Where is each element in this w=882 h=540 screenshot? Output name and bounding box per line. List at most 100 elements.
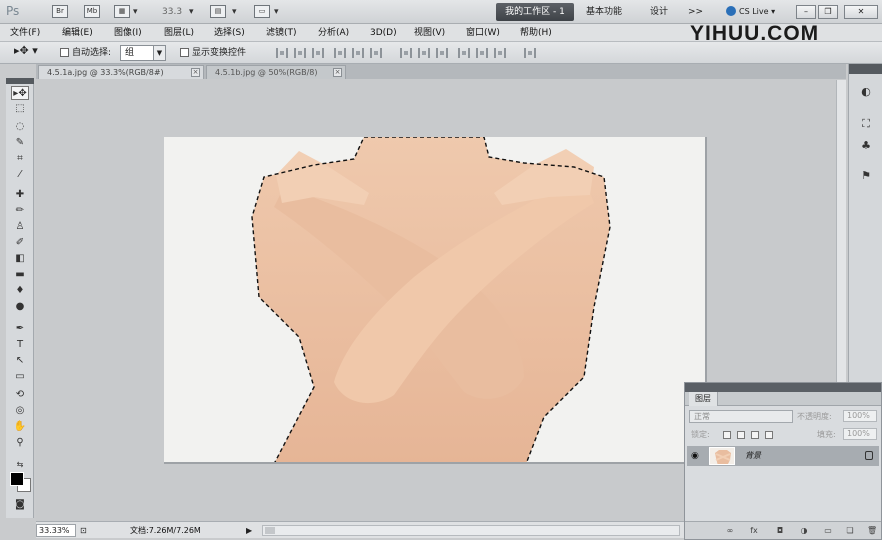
close-icon[interactable]: × bbox=[191, 68, 200, 77]
distribute-bottom-icon[interactable] bbox=[436, 48, 448, 58]
eyedropper-tool-icon[interactable]: ⁄ bbox=[11, 168, 29, 182]
workspace-design-button[interactable]: 设计 bbox=[650, 4, 668, 20]
close-icon[interactable]: × bbox=[333, 68, 342, 77]
distribute-vertical-center-icon[interactable] bbox=[418, 48, 430, 58]
clone-stamp-tool-icon[interactable]: ♙ bbox=[11, 220, 29, 234]
screen-mode-button[interactable]: ▭ bbox=[254, 5, 270, 18]
workspace-basic-button[interactable]: 基本功能 bbox=[586, 4, 622, 20]
layer-style-icon[interactable]: fx bbox=[749, 526, 759, 536]
status-info-icon[interactable]: ⊡ bbox=[80, 525, 90, 536]
doc-tab-1[interactable]: 4.5.1a.jpg @ 33.3%(RGB/8#) × bbox=[38, 65, 204, 79]
panel-grip[interactable] bbox=[849, 64, 882, 74]
layer-row[interactable]: ◉ 背景 bbox=[687, 446, 879, 466]
fill-field[interactable]: 100% bbox=[843, 428, 877, 440]
lock-image-icon[interactable] bbox=[737, 431, 745, 439]
distribute-left-icon[interactable] bbox=[458, 48, 470, 58]
move-tool-icon[interactable]: ▸✥ bbox=[11, 86, 29, 100]
panel-grip[interactable] bbox=[685, 383, 881, 392]
marquee-tool-icon[interactable]: ⬚ bbox=[11, 102, 29, 116]
link-layers-icon[interactable]: ∞ bbox=[725, 526, 735, 536]
align-left-icon[interactable] bbox=[334, 48, 346, 58]
delete-layer-icon[interactable]: 🗑 bbox=[867, 526, 877, 536]
transform-panel-icon[interactable]: ⛶ bbox=[857, 116, 875, 132]
menu-layer[interactable]: 图层(L) bbox=[164, 26, 194, 40]
auto-select-dropdown[interactable]: 组 ▼ bbox=[120, 45, 166, 61]
eye-icon[interactable]: ◉ bbox=[691, 451, 701, 461]
3d-panel-icon[interactable]: ♣ bbox=[857, 138, 875, 154]
lock-transparency-icon[interactable] bbox=[723, 431, 731, 439]
adjustment-layer-icon[interactable]: ◑ bbox=[799, 526, 809, 536]
quick-mask-icon[interactable]: ◙ bbox=[11, 498, 29, 512]
3d-orbit-tool-icon[interactable]: ◎ bbox=[11, 404, 29, 418]
lock-position-icon[interactable] bbox=[751, 431, 759, 439]
status-zoom-field[interactable]: 33.33% bbox=[36, 524, 76, 537]
menu-window[interactable]: 窗口(W) bbox=[466, 26, 500, 40]
horizontal-scrollbar[interactable] bbox=[262, 525, 680, 536]
navigator-panel-icon[interactable]: ◐ bbox=[857, 84, 875, 100]
more-workspaces-button[interactable]: >> bbox=[688, 4, 703, 20]
move-tool-preset-icon[interactable]: ▸✥ ▾ bbox=[14, 44, 38, 58]
tab-layers[interactable]: 图层 bbox=[689, 392, 718, 406]
type-tool-icon[interactable]: T bbox=[11, 338, 29, 352]
shape-tool-icon[interactable]: ▭ bbox=[11, 370, 29, 384]
doc-tab-2[interactable]: 4.5.1b.jpg @ 50%(RGB/8) × bbox=[206, 65, 346, 79]
add-mask-icon[interactable]: ◘ bbox=[775, 526, 785, 536]
quick-selection-tool-icon[interactable]: ✎ bbox=[11, 136, 29, 150]
menu-select[interactable]: 选择(S) bbox=[214, 26, 245, 40]
menu-edit[interactable]: 编辑(E) bbox=[62, 26, 93, 40]
scroll-thumb[interactable] bbox=[265, 527, 275, 534]
workspace-active-button[interactable]: 我的工作区 - 1 bbox=[496, 3, 574, 21]
image-canvas[interactable] bbox=[164, 137, 707, 464]
align-top-icon[interactable] bbox=[276, 48, 288, 58]
history-brush-tool-icon[interactable]: ✐ bbox=[11, 236, 29, 250]
restore-button[interactable]: ❐ bbox=[818, 5, 838, 19]
menu-filter[interactable]: 滤镜(T) bbox=[266, 26, 297, 40]
mini-bridge-button[interactable]: Mb bbox=[84, 5, 100, 18]
foreground-color-swatch[interactable] bbox=[10, 472, 24, 486]
show-transform-controls-checkbox[interactable] bbox=[180, 48, 189, 57]
brush-tool-icon[interactable]: ✏ bbox=[11, 204, 29, 218]
close-button[interactable]: ✕ bbox=[844, 5, 878, 19]
lock-all-icon[interactable] bbox=[765, 431, 773, 439]
bridge-button[interactable]: Br bbox=[52, 5, 68, 18]
history-panel-icon[interactable]: ⚑ bbox=[857, 168, 875, 184]
lasso-tool-icon[interactable]: ◌ bbox=[11, 120, 29, 134]
menu-3d[interactable]: 3D(D) bbox=[370, 26, 397, 40]
healing-brush-tool-icon[interactable]: ✚ bbox=[11, 188, 29, 202]
chevron-down-icon[interactable]: ▾ bbox=[189, 4, 194, 20]
hand-tool-icon[interactable]: ✋ bbox=[11, 420, 29, 434]
align-vertical-center-icon[interactable] bbox=[294, 48, 306, 58]
align-right-icon[interactable] bbox=[370, 48, 382, 58]
swap-colors-icon[interactable]: ⇆ bbox=[11, 458, 29, 472]
auto-align-layers-icon[interactable] bbox=[524, 48, 536, 58]
opacity-field[interactable]: 100% bbox=[843, 410, 877, 422]
distribute-top-icon[interactable] bbox=[400, 48, 412, 58]
chevron-down-icon[interactable]: ▾ bbox=[274, 4, 279, 20]
align-bottom-icon[interactable] bbox=[312, 48, 324, 58]
menu-view[interactable]: 视图(V) bbox=[414, 26, 445, 40]
panel-grip[interactable] bbox=[6, 78, 34, 84]
arrange-documents-button[interactable]: ▤ bbox=[210, 5, 226, 18]
eraser-tool-icon[interactable]: ◧ bbox=[11, 252, 29, 266]
status-menu-arrow-icon[interactable]: ▶ bbox=[246, 525, 256, 536]
3d-rotate-tool-icon[interactable]: ⟲ bbox=[11, 388, 29, 402]
chevron-down-icon[interactable]: ▾ bbox=[133, 4, 138, 20]
zoom-tool-icon[interactable]: ⚲ bbox=[11, 436, 29, 450]
menu-file[interactable]: 文件(F) bbox=[10, 26, 40, 40]
blend-mode-dropdown[interactable]: 正常 bbox=[689, 410, 793, 423]
chevron-down-icon[interactable]: ▾ bbox=[232, 4, 237, 20]
dodge-tool-icon[interactable]: ● bbox=[11, 300, 29, 314]
cs-live-button[interactable]: CS Live ▾ bbox=[726, 4, 775, 20]
gradient-tool-icon[interactable]: ▬ bbox=[11, 268, 29, 282]
crop-tool-icon[interactable]: ⌗ bbox=[11, 152, 29, 166]
new-layer-icon[interactable]: ❏ bbox=[845, 526, 855, 536]
menu-analysis[interactable]: 分析(A) bbox=[318, 26, 349, 40]
menu-image[interactable]: 图像(I) bbox=[114, 26, 142, 40]
distribute-horizontal-center-icon[interactable] bbox=[476, 48, 488, 58]
pen-tool-icon[interactable]: ✒ bbox=[11, 322, 29, 336]
auto-select-checkbox[interactable] bbox=[60, 48, 69, 57]
align-horizontal-center-icon[interactable] bbox=[352, 48, 364, 58]
path-selection-tool-icon[interactable]: ↖ bbox=[11, 354, 29, 368]
blur-tool-icon[interactable]: ♦ bbox=[11, 284, 29, 298]
minimize-button[interactable]: – bbox=[796, 5, 816, 19]
